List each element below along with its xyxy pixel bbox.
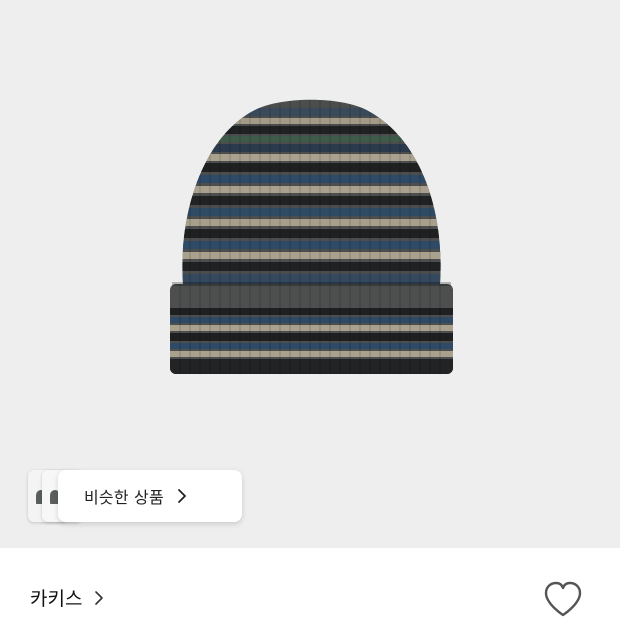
brand-name: 카키스 [30,588,83,610]
similar-products-label: 비슷한 상품 [84,488,164,507]
brand-link[interactable]: 카키스 [30,584,106,611]
chevron-right-icon [95,590,104,605]
product-image-area[interactable]: 비슷한 상품 [0,0,620,548]
chevron-right-icon [177,489,186,503]
similar-products-button[interactable]: 비슷한 상품 [58,470,242,522]
knit-beanie-image[interactable] [0,0,620,548]
heart-outline-icon[interactable] [542,580,584,618]
similar-products-chip[interactable]: 비슷한 상품 [28,470,242,522]
